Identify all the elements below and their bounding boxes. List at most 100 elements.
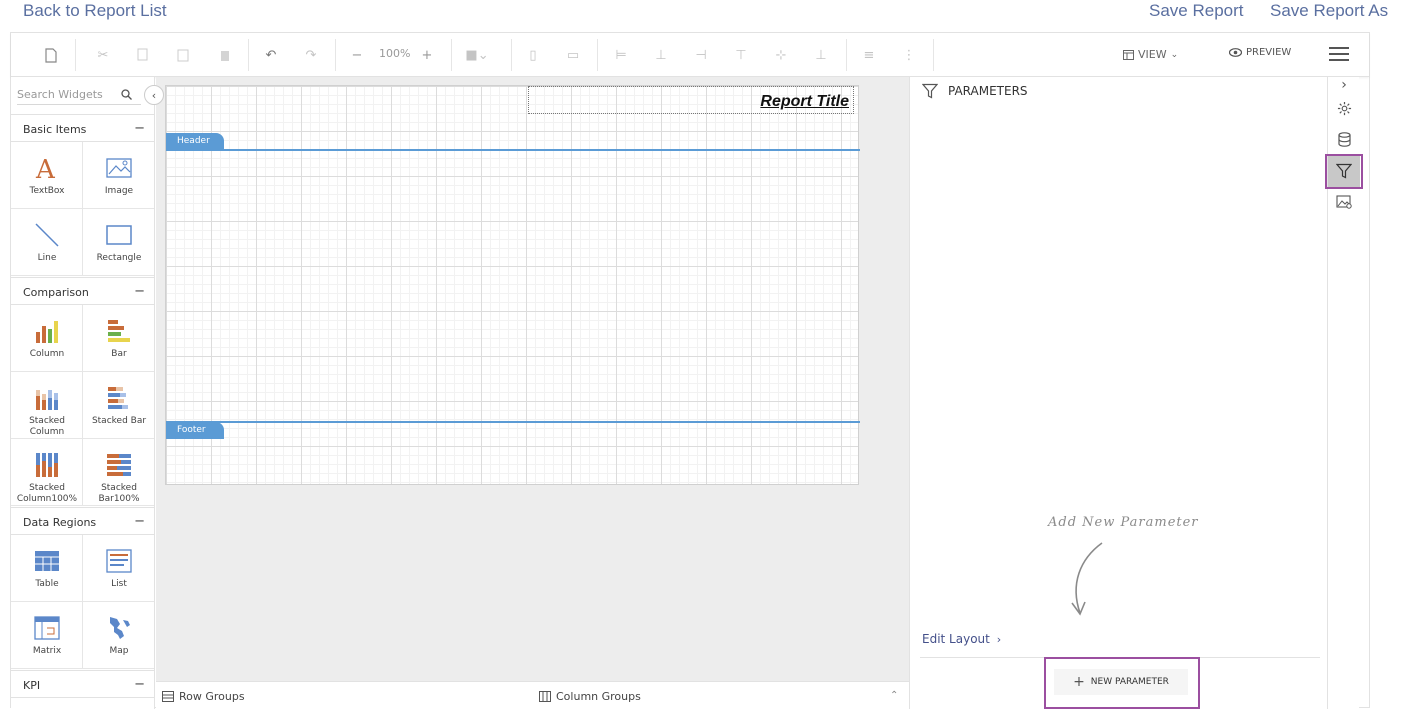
view-dropdown[interactable]: VIEW ⌄ xyxy=(1123,48,1178,61)
align-right-icon[interactable]: ⊣ xyxy=(691,45,711,65)
align-middle-icon[interactable]: ⊹ xyxy=(771,45,791,65)
bar-chart-icon xyxy=(108,320,130,342)
save-report-as-link[interactable]: Save Report As xyxy=(1270,1,1388,21)
filter-icon xyxy=(922,83,938,99)
section-label: KPI xyxy=(23,679,41,692)
list-icon xyxy=(106,549,132,573)
image-icon xyxy=(106,158,132,178)
section-label: Basic Items xyxy=(23,123,87,136)
textbox-icon: A xyxy=(35,155,56,182)
align-bottom-icon[interactable]: ⊥ xyxy=(811,45,831,65)
expand-groups-icon[interactable]: ⌃ xyxy=(890,690,898,701)
hamburger-menu-icon[interactable] xyxy=(1329,47,1349,63)
distribute-h-icon[interactable]: ≡ xyxy=(859,45,879,65)
collapse-panel-chevron-left-icon[interactable]: ‹ xyxy=(144,85,164,105)
widget-textbox[interactable]: A TextBox xyxy=(11,142,83,209)
section-label: Comparison xyxy=(23,286,89,299)
widget-stacked-bar[interactable]: Stacked Bar xyxy=(83,372,154,439)
widget-stacked-column100[interactable]: Stacked Column100% xyxy=(11,439,83,506)
rectangle-icon xyxy=(106,225,132,245)
toolbar: ✂ ↶ ↷ − 100% + ■⌄ ▯ ▭ ⊨ ⊥ ⊣ ⊤ ⊹ ⊥ ≡ ⋮ VI… xyxy=(11,33,1369,77)
collapse-minus-icon[interactable]: − xyxy=(134,514,145,529)
report-title-textbox[interactable]: Report Title xyxy=(528,86,854,114)
section-label: Data Regions xyxy=(23,516,97,529)
preview-button[interactable]: PREVIEW xyxy=(1229,47,1291,58)
stacked-column100-icon xyxy=(36,453,58,477)
section-kpi[interactable]: KPI − xyxy=(11,670,154,698)
back-to-report-list-link[interactable]: Back to Report List xyxy=(23,1,167,21)
report-page[interactable]: Report Title Header Footer xyxy=(165,85,860,485)
design-canvas: Report Title Header Footer Row Groups Co… xyxy=(156,77,909,709)
svg-text:A: A xyxy=(35,155,56,182)
widget-stacked-bar100[interactable]: Stacked Bar100% xyxy=(83,439,154,506)
zoom-level: 100% xyxy=(379,47,411,60)
hint-arrow-icon xyxy=(1071,542,1103,616)
column-groups-icon xyxy=(539,691,551,702)
new-parameter-button[interactable]: + NEW PARAMETER xyxy=(1054,669,1188,695)
parameters-heading: PARAMETERS xyxy=(948,84,1028,98)
widget-stacked-column[interactable]: Stacked Column xyxy=(11,372,83,439)
top-bar: Back to Report List Save Report Save Rep… xyxy=(0,0,1406,28)
cut-icon[interactable]: ✂ xyxy=(93,45,113,65)
collapse-minus-icon[interactable]: − xyxy=(134,284,145,299)
save-report-link[interactable]: Save Report xyxy=(1149,1,1244,21)
copy-icon[interactable] xyxy=(133,45,153,65)
align-top-icon[interactable]: ⊤ xyxy=(731,45,751,65)
widget-matrix[interactable]: Matrix xyxy=(11,602,83,669)
paste-icon[interactable] xyxy=(173,45,193,65)
row-groups-button[interactable]: Row Groups xyxy=(162,690,245,703)
stacked-bar100-icon xyxy=(107,454,131,476)
parameters-panel: PARAMETERS Add New Parameter Edit Layout… xyxy=(909,77,1327,709)
header-band-tag[interactable]: Header xyxy=(166,133,224,150)
parameters-header: PARAMETERS xyxy=(922,83,1028,99)
widget-column[interactable]: Column xyxy=(11,305,83,372)
right-rail: › xyxy=(1325,77,1363,709)
delete-icon[interactable] xyxy=(215,45,235,65)
edit-layout-link[interactable]: Edit Layout › xyxy=(922,632,1001,646)
widget-panel: Search Widgets Basic Items − A TextBox I… xyxy=(11,77,155,709)
widget-bar[interactable]: Bar xyxy=(83,305,154,372)
groups-bar: Row Groups Column Groups ⌃ xyxy=(156,681,909,709)
align-left-icon[interactable]: ⊨ xyxy=(611,45,631,65)
chevron-right-icon: › xyxy=(996,633,1002,646)
plus-icon: + xyxy=(1073,674,1085,690)
report-designer: ✂ ↶ ↷ − 100% + ■⌄ ▯ ▭ ⊨ ⊥ ⊣ ⊤ ⊹ ⊥ ≡ ⋮ VI… xyxy=(10,32,1370,709)
snap-icon[interactable]: ▭ xyxy=(563,45,583,65)
redo-icon[interactable]: ↷ xyxy=(301,45,321,65)
align-grid-icon[interactable]: ▯ xyxy=(523,45,543,65)
widget-image[interactable]: Image xyxy=(83,142,154,209)
stacked-column-icon xyxy=(36,390,58,410)
stacked-bar-icon xyxy=(108,387,128,409)
row-groups-icon xyxy=(162,691,174,702)
align-center-icon[interactable]: ⊥ xyxy=(651,45,671,65)
collapse-minus-icon[interactable]: − xyxy=(134,121,145,136)
preview-label: PREVIEW xyxy=(1246,47,1292,58)
matrix-icon xyxy=(34,616,60,640)
new-file-icon[interactable] xyxy=(41,45,61,65)
section-comparison[interactable]: Comparison − xyxy=(11,277,154,305)
footer-band-tag[interactable]: Footer xyxy=(166,422,224,439)
data-database-icon[interactable] xyxy=(1328,124,1360,154)
footer-band-line xyxy=(166,421,860,423)
section-basic-items[interactable]: Basic Items − xyxy=(11,114,154,142)
widget-map[interactable]: Map xyxy=(83,602,154,669)
widget-table[interactable]: Table xyxy=(11,535,83,602)
widget-line[interactable]: Line xyxy=(11,209,83,276)
widget-list[interactable]: List xyxy=(83,535,154,602)
chevron-down-icon: ⌄ xyxy=(1170,49,1179,60)
image-manager-icon[interactable] xyxy=(1328,187,1360,217)
map-icon xyxy=(110,617,130,639)
section-data-regions[interactable]: Data Regions − xyxy=(11,507,154,535)
header-band-line xyxy=(166,149,860,151)
properties-gear-icon[interactable] xyxy=(1328,93,1360,123)
column-groups-button[interactable]: Column Groups xyxy=(539,690,641,703)
widget-rectangle[interactable]: Rectangle xyxy=(83,209,154,276)
zoom-out-icon[interactable]: − xyxy=(347,45,367,65)
zoom-in-icon[interactable]: + xyxy=(417,45,437,65)
view-label: VIEW xyxy=(1138,48,1167,61)
distribute-v-icon[interactable]: ⋮ xyxy=(899,45,919,65)
undo-icon[interactable]: ↶ xyxy=(261,45,281,65)
order-icon[interactable]: ■⌄ xyxy=(465,45,488,65)
table-icon xyxy=(35,551,59,571)
collapse-minus-icon[interactable]: − xyxy=(134,677,145,692)
